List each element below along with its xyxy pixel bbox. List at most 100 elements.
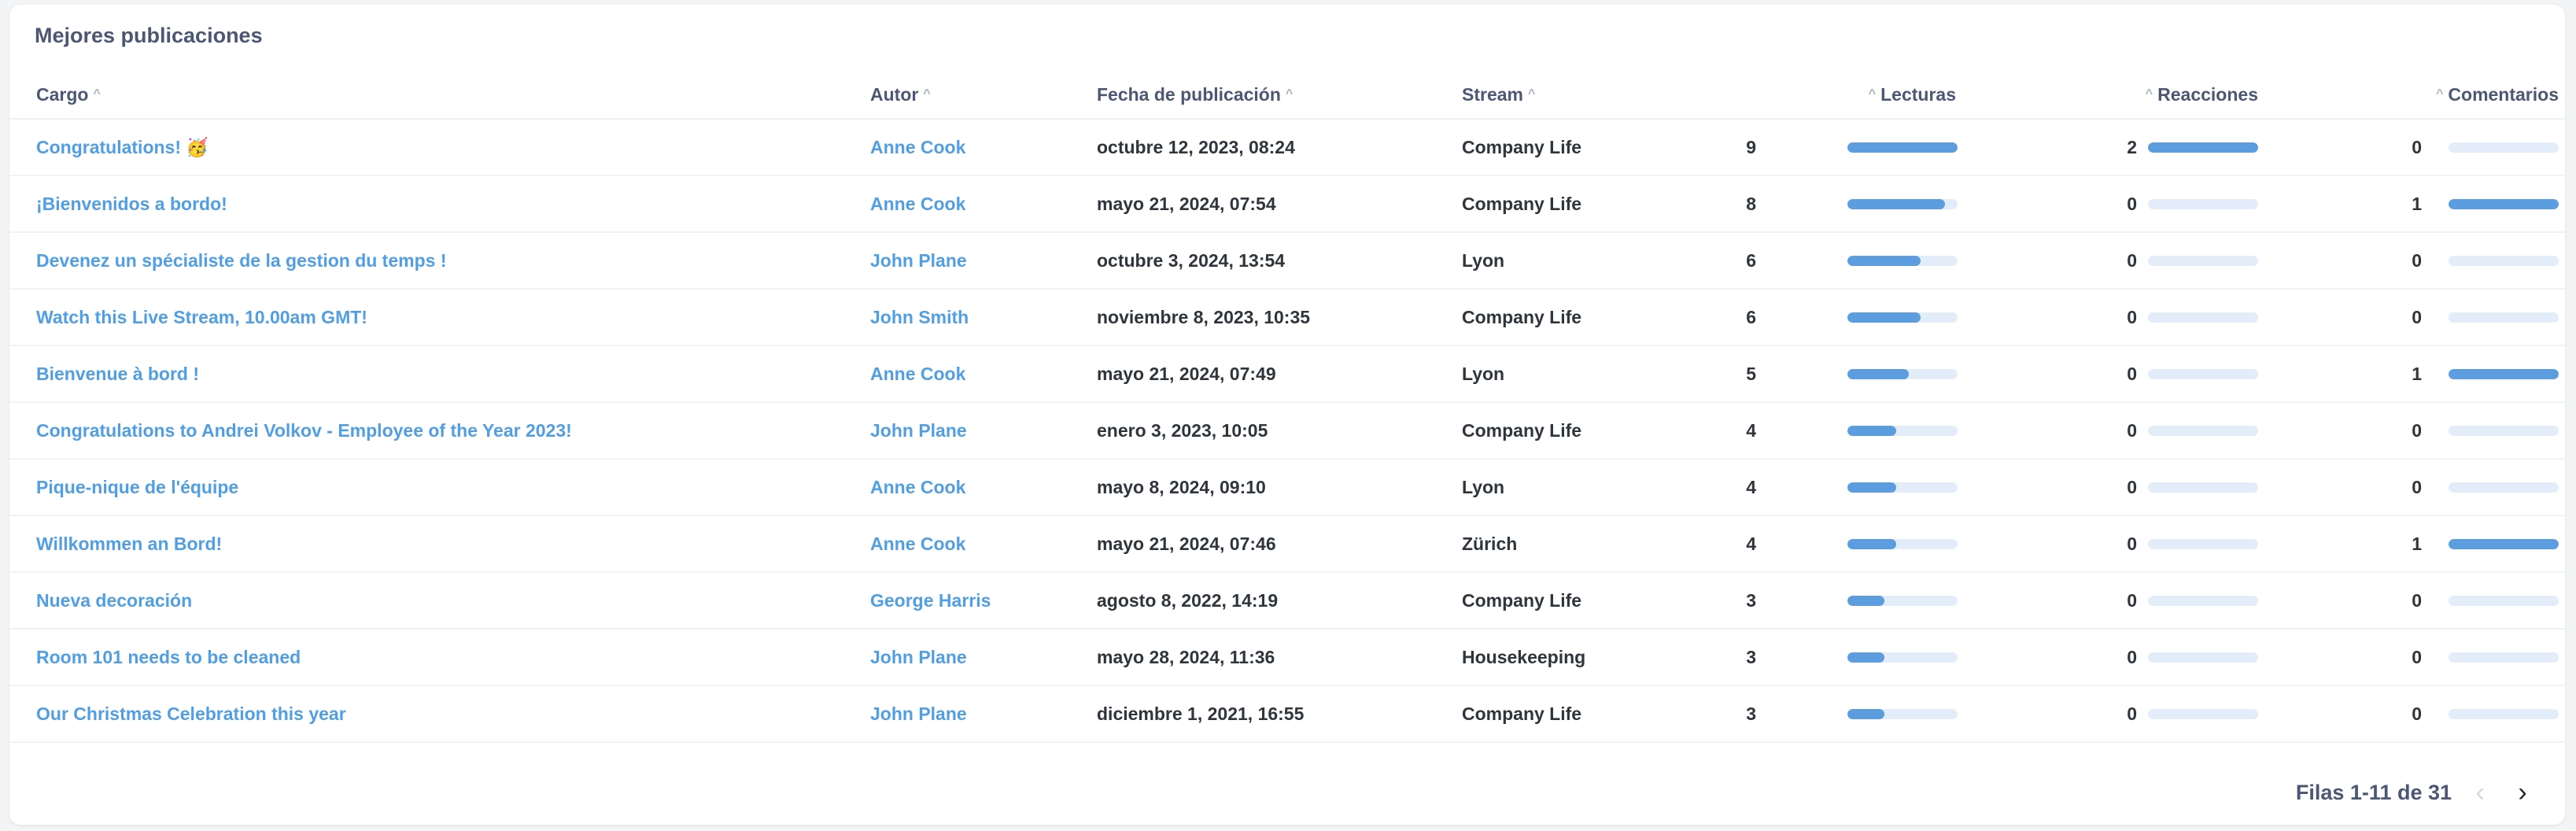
stream-name: Housekeeping [1462,647,1586,667]
comentarios-value: 0 [2412,250,2422,271]
post-title-link[interactable]: Nueva decoración [36,573,192,628]
reacciones-bar [2148,199,2258,209]
author-link[interactable]: Anne Cook [870,516,965,571]
reacciones-value: 0 [2127,420,2137,441]
table-row[interactable]: Our Christmas Celebration this year John … [9,686,2565,743]
sort-ascending-icon: ^ [1285,87,1294,101]
column-header-lecturas[interactable]: ^ Lecturas [1851,71,1956,118]
author-link[interactable]: George Harris [870,573,991,628]
reacciones-bar [2148,369,2258,379]
reacciones-bar [2148,142,2258,153]
post-title-link[interactable]: Congratulations! 🥳 [36,120,209,175]
table-row[interactable]: Congratulations to Andrei Volkov - Emplo… [9,403,2565,460]
chevron-right-icon[interactable]: › [2508,777,2537,807]
post-title-link[interactable]: Room 101 needs to be cleaned [36,630,301,685]
table-row[interactable]: Pique-nique de l'équipe Anne Cook mayo 8, … [9,460,2565,516]
post-title-link[interactable]: Congratulations to Andrei Volkov - Emplo… [36,403,572,458]
reacciones-value: 2 [2127,137,2137,157]
reacciones-bar [2148,596,2258,606]
post-title-link[interactable]: Watch this Live Stream, 10.00am GMT! [36,290,367,345]
stream-name: Lyon [1462,364,1505,384]
author-link[interactable]: Anne Cook [870,120,965,175]
reacciones-value: 0 [2127,704,2137,724]
lecturas-bar [1847,539,1958,549]
sort-ascending-icon: ^ [2145,87,2153,101]
reacciones-value: 0 [2127,590,2137,611]
author-link[interactable]: Anne Cook [870,346,965,401]
lecturas-bar-fill [1847,369,1909,379]
comentarios-bar [2449,539,2559,549]
lecturas-bar [1847,426,1958,436]
comentarios-value: 1 [2412,534,2422,554]
author-link[interactable]: John Plane [870,233,967,288]
author-link[interactable]: Anne Cook [870,176,965,231]
post-title-link[interactable]: Bienvenue à bord ! [36,346,199,401]
lecturas-bar-fill [1847,199,1946,209]
lecturas-bar-fill [1847,596,1884,606]
table-row[interactable]: Bienvenue à bord ! Anne Cook mayo 21, 2024… [9,346,2565,403]
post-title-link[interactable]: Devenez un spécialiste de la gestion du … [36,233,446,288]
column-header-cargo[interactable]: Cargo ^ [36,71,105,118]
table-row[interactable]: Nueva decoración George Harris agosto 8, 2… [9,573,2565,630]
card-title: Mejores publicaciones [35,24,263,47]
table-row[interactable]: Willkommen an Bord! Anne Cook mayo 21, 202… [9,516,2565,573]
table-row[interactable]: Devenez un spécialiste de la gestion du … [9,233,2565,290]
reacciones-bar [2148,312,2258,323]
comentarios-value: 0 [2412,704,2422,724]
chevron-left-icon[interactable]: ‹ [2466,777,2494,807]
column-header-reacciones[interactable]: ^ Reacciones [2134,71,2258,118]
published-date: mayo 21, 2024, 07:49 [1097,364,1276,384]
post-title-link[interactable]: ¡Bienvenidos a bordo! [36,176,227,231]
comentarios-value: 1 [2412,194,2422,214]
lecturas-bar [1847,142,1958,153]
published-date: mayo 8, 2024, 09:10 [1097,477,1266,497]
table-row[interactable]: Congratulations! 🥳 Anne Cook octubre 12, 2… [9,120,2565,176]
stream-name: Company Life [1462,420,1582,441]
lecturas-bar-fill [1847,539,1897,549]
lecturas-value: 9 [1746,137,1756,157]
comentarios-value: 1 [2412,364,2422,384]
post-title-link[interactable]: Pique-nique de l'équipe [36,460,238,515]
lecturas-value: 4 [1746,534,1756,554]
column-header-comentarios[interactable]: ^ Comentarios [2411,71,2559,118]
lecturas-value: 4 [1746,420,1756,441]
table-row[interactable]: ¡Bienvenidos a bordo! Anne Cook mayo 21, 2… [9,176,2565,233]
column-header-fecha[interactable]: Fecha de publicación ^ [1097,71,1297,118]
reacciones-value: 0 [2127,364,2137,384]
comentarios-value: 0 [2412,307,2422,327]
table-row[interactable]: Watch this Live Stream, 10.00am GMT! John… [9,290,2565,346]
comentarios-bar [2449,199,2559,209]
lecturas-bar [1847,652,1958,663]
published-date: enero 3, 2023, 10:05 [1097,420,1268,441]
reacciones-bar [2148,256,2258,266]
comentarios-bar [2449,312,2559,323]
sort-ascending-icon: ^ [93,87,101,101]
comentarios-bar-fill [2449,539,2559,549]
stream-name: Zürich [1462,534,1518,554]
published-date: mayo 28, 2024, 11:36 [1097,647,1275,667]
comentarios-bar [2449,426,2559,436]
author-link[interactable]: Anne Cook [870,460,965,515]
sort-ascending-icon: ^ [1527,87,1536,101]
reacciones-bar [2148,539,2258,549]
stream-name: Lyon [1462,477,1505,497]
column-header-stream[interactable]: Stream ^ [1462,71,1540,118]
post-title-link[interactable]: Willkommen an Bord! [36,516,222,571]
author-link[interactable]: John Plane [870,686,967,741]
post-title-link[interactable]: Our Christmas Celebration this year [36,686,346,741]
author-link[interactable]: John Smith [870,290,969,345]
column-header-label: Cargo [36,84,89,105]
table-row[interactable]: Room 101 needs to be cleaned John Plane ma… [9,630,2565,686]
lecturas-bar [1847,709,1958,719]
author-link[interactable]: John Plane [870,403,967,458]
column-header-autor[interactable]: Autor ^ [870,71,936,118]
column-header-label: Stream [1462,84,1523,105]
stream-name: Lyon [1462,250,1505,271]
author-link[interactable]: John Plane [870,630,967,685]
comentarios-value: 0 [2412,590,2422,611]
lecturas-bar [1847,596,1958,606]
lecturas-bar-fill [1847,312,1921,323]
lecturas-value: 8 [1746,194,1756,214]
comentarios-value: 0 [2412,477,2422,497]
comentarios-bar [2449,142,2559,153]
